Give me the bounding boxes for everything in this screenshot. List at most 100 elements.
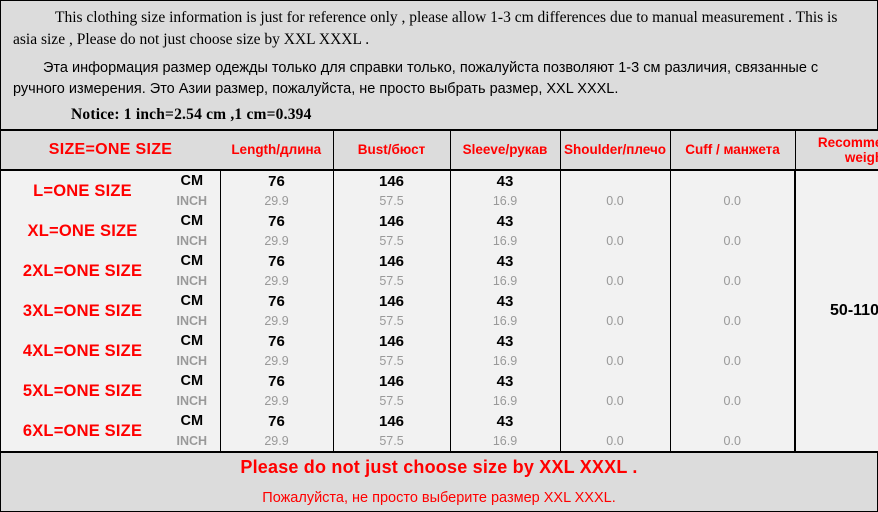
cell-bust-inch: 57.5 bbox=[333, 431, 451, 452]
size-label-cell: 5XL=ONE SIZE bbox=[22, 381, 143, 400]
recommended-weight-line1: Recommended bbox=[817, 134, 878, 150]
notice-russian-line1: Эта информация размер одежды только для … bbox=[43, 60, 731, 76]
table-row: XL=ONE SIZE CM 76 146 43 bbox=[1, 211, 878, 240]
unit-cell-cm: CM bbox=[164, 211, 221, 232]
cell-bust-inch: 57.5 bbox=[333, 311, 451, 332]
size-label-cell: L=ONE SIZE bbox=[33, 181, 132, 200]
cell-sleeve-cm: 43 bbox=[450, 371, 561, 392]
cell-cuff-cm bbox=[670, 291, 796, 312]
warning-block: Please do not just choose size by XXL XX… bbox=[1, 451, 877, 511]
cell-cuff-inch: 0.0 bbox=[670, 391, 796, 412]
cell-bust-cm: 146 bbox=[333, 251, 451, 272]
cell-cuff-inch: 0.0 bbox=[670, 431, 796, 452]
cell-cuff-cm bbox=[670, 211, 796, 232]
recommended-weight-value: 50-110KG bbox=[794, 170, 878, 452]
table-row: 5XL=ONE SIZE CM 76 146 43 bbox=[1, 371, 878, 400]
cell-shoulder-cm bbox=[560, 371, 671, 392]
cell-cuff-cm bbox=[670, 331, 796, 352]
cell-shoulder-cm bbox=[560, 411, 671, 432]
size-label-cell: 6XL=ONE SIZE bbox=[22, 421, 143, 440]
cell-sleeve-cm: 43 bbox=[450, 331, 561, 352]
column-header-recommended-weight: Recommended weight bbox=[795, 130, 878, 172]
cell-length-cm: 76 bbox=[220, 291, 334, 312]
cell-shoulder-cm bbox=[560, 251, 671, 272]
unit-cell-inch: INCH bbox=[164, 231, 221, 252]
unit-cell-inch: INCH bbox=[164, 431, 221, 452]
header-row: SIZE=ONE SIZE Length/длина Bust/бюст Sle… bbox=[1, 130, 878, 172]
unit-cell-cm: CM bbox=[164, 371, 221, 392]
cell-bust-cm: 146 bbox=[333, 291, 451, 312]
cell-length-inch: 29.9 bbox=[220, 391, 334, 412]
cell-shoulder-cm bbox=[560, 211, 671, 232]
cell-length-cm: 76 bbox=[220, 371, 334, 392]
cell-shoulder-cm bbox=[560, 291, 671, 312]
unit-cell-cm: CM bbox=[164, 411, 221, 432]
cell-bust-cm: 146 bbox=[333, 411, 451, 432]
cell-shoulder-inch: 0.0 bbox=[560, 231, 671, 252]
cell-bust-inch: 57.5 bbox=[333, 271, 451, 292]
cell-length-inch: 29.9 bbox=[220, 191, 334, 212]
cell-sleeve-inch: 16.9 bbox=[450, 311, 561, 332]
cell-length-inch: 29.9 bbox=[220, 311, 334, 332]
cell-length-cm: 76 bbox=[220, 170, 334, 192]
unit-cell-inch: INCH bbox=[164, 391, 221, 412]
cell-bust-cm: 146 bbox=[333, 371, 451, 392]
column-header-bust: Bust/бюст bbox=[333, 130, 451, 172]
cell-sleeve-cm: 43 bbox=[450, 211, 561, 232]
notice-block: This clothing size information is just f… bbox=[1, 1, 877, 130]
size-label-cell: 2XL=ONE SIZE bbox=[22, 261, 143, 280]
cell-shoulder-cm bbox=[560, 170, 671, 192]
column-header-cuff: Cuff / манжета bbox=[670, 130, 796, 172]
cell-bust-cm: 146 bbox=[333, 331, 451, 352]
notice-russian: Эта информация размер одежды только для … bbox=[13, 58, 865, 100]
unit-cell-cm: CM bbox=[164, 291, 221, 312]
table-row: 3XL=ONE SIZE CM 76 146 43 bbox=[1, 291, 878, 320]
unit-cell-cm: CM bbox=[164, 331, 221, 352]
size-table-header: SIZE=ONE SIZE Length/длина Bust/бюст Sle… bbox=[1, 130, 878, 172]
cell-bust-inch: 57.5 bbox=[333, 391, 451, 412]
table-row: 4XL=ONE SIZE CM 76 146 43 bbox=[1, 331, 878, 360]
cell-sleeve-cm: 43 bbox=[450, 291, 561, 312]
size-label-cell: 4XL=ONE SIZE bbox=[22, 341, 143, 360]
cell-bust-inch: 57.5 bbox=[333, 351, 451, 372]
unit-cell-cm: CM bbox=[164, 251, 221, 272]
cell-bust-cm: 146 bbox=[333, 170, 451, 192]
cell-length-inch: 29.9 bbox=[220, 351, 334, 372]
cell-length-cm: 76 bbox=[220, 331, 334, 352]
unit-cell-inch: INCH bbox=[164, 271, 221, 292]
unit-cell-inch: INCH bbox=[164, 191, 221, 212]
cell-bust-inch: 57.5 bbox=[333, 191, 451, 212]
unit-cell-cm: CM bbox=[164, 170, 221, 192]
cell-cuff-inch: 0.0 bbox=[670, 231, 796, 252]
cell-cuff-inch: 0.0 bbox=[670, 311, 796, 332]
cell-length-cm: 76 bbox=[220, 211, 334, 232]
unit-conversion-note: Notice: 1 inch=2.54 cm ,1 cm=0.394 bbox=[71, 106, 312, 124]
warning-russian: Пожалуйста, не просто выберите размер XX… bbox=[262, 489, 616, 506]
cell-cuff-cm bbox=[670, 170, 796, 192]
cell-length-inch: 29.9 bbox=[220, 231, 334, 252]
cell-shoulder-inch: 0.0 bbox=[560, 191, 671, 212]
column-header-length: Length/длина bbox=[220, 130, 334, 172]
cell-sleeve-inch: 16.9 bbox=[450, 191, 561, 212]
cell-cuff-cm bbox=[670, 251, 796, 272]
unit-cell-inch: INCH bbox=[164, 311, 221, 332]
size-table: SIZE=ONE SIZE Length/длина Bust/бюст Sle… bbox=[1, 129, 878, 452]
table-row: 6XL=ONE SIZE CM 76 146 43 bbox=[1, 411, 878, 440]
cell-length-inch: 29.9 bbox=[220, 431, 334, 452]
cell-cuff-inch: 0.0 bbox=[670, 191, 796, 212]
recommended-weight-line2: weight bbox=[844, 150, 878, 166]
cell-sleeve-inch: 16.9 bbox=[450, 231, 561, 252]
cell-sleeve-inch: 16.9 bbox=[450, 271, 561, 292]
cell-shoulder-inch: 0.0 bbox=[560, 311, 671, 332]
cell-shoulder-cm bbox=[560, 331, 671, 352]
cell-sleeve-cm: 43 bbox=[450, 170, 561, 192]
cell-cuff-inch: 0.0 bbox=[670, 351, 796, 372]
size-table-body: L=ONE SIZECM761464350-110KGINCH29.957.51… bbox=[1, 170, 878, 452]
cell-shoulder-inch: 0.0 bbox=[560, 431, 671, 452]
column-header-sleeve: Sleeve/рукав bbox=[450, 130, 561, 172]
cell-sleeve-cm: 43 bbox=[450, 411, 561, 432]
warning-english: Please do not just choose size by XXL XX… bbox=[240, 456, 638, 477]
cell-sleeve-cm: 43 bbox=[450, 251, 561, 272]
cell-length-inch: 29.9 bbox=[220, 271, 334, 292]
notice-english: This clothing size information is just f… bbox=[13, 7, 865, 51]
